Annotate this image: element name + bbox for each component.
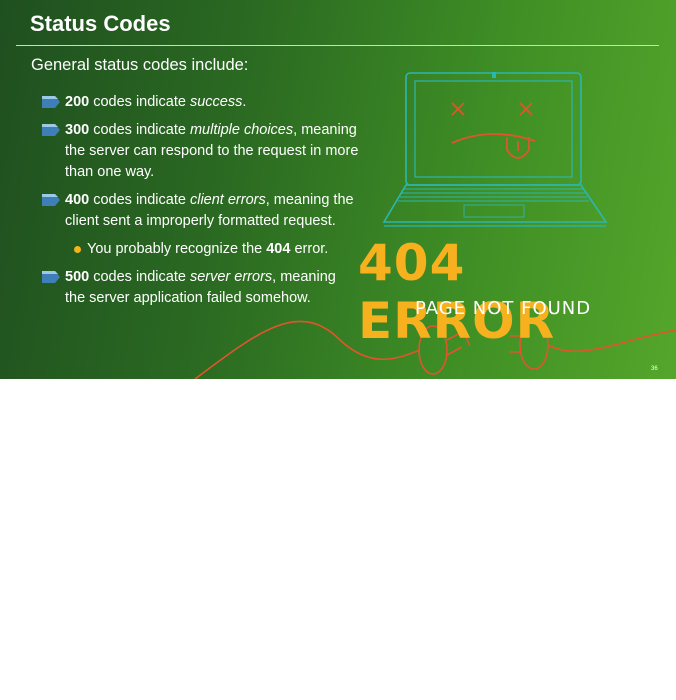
laptop-screen-icon xyxy=(405,72,582,186)
arrow-bullet-icon xyxy=(42,271,60,283)
bullet-300: 300 codes indicate multiple choices, mea… xyxy=(40,120,360,183)
error-code-text: 404 ERROR xyxy=(358,234,556,350)
arrow-bullet-icon xyxy=(42,96,60,108)
status-code: 300 xyxy=(65,122,90,138)
arrow-bullet-icon xyxy=(42,194,60,206)
bullet-text: . xyxy=(242,94,247,110)
status-code: 404 xyxy=(266,241,291,257)
bullet-text: You probably recognize the xyxy=(87,241,267,257)
bullet-emphasis: client errors xyxy=(189,192,266,208)
bullet-500: 500 codes indicate server errors, meanin… xyxy=(40,267,360,309)
sad-face-icon xyxy=(451,102,536,159)
bullet-emphasis: server errors xyxy=(189,269,273,285)
status-code: 500 xyxy=(65,269,90,285)
slide: Status Codes General status codes includ… xyxy=(0,0,676,379)
bullet-200: 200 codes indicate success. xyxy=(40,92,360,113)
bullet-text: codes indicate xyxy=(89,94,190,110)
page-not-found-text: PAGE NOT FOUND xyxy=(415,298,592,319)
bullet-text: error. xyxy=(290,241,329,257)
laptop-base-icon xyxy=(382,184,608,223)
bullet-text: codes indicate xyxy=(89,122,190,138)
bullet-emphasis: multiple choices xyxy=(189,122,294,138)
bullet-text: codes indicate xyxy=(89,192,190,208)
status-code: 200 xyxy=(65,94,90,110)
status-code: 400 xyxy=(65,192,90,208)
page-number: 36 xyxy=(651,366,658,372)
bullet-text: codes indicate xyxy=(89,269,190,285)
sub-bullet-404: You probably recognize the 404 error. xyxy=(40,239,360,260)
bullet-emphasis: success xyxy=(189,94,243,110)
dot-bullet-icon xyxy=(74,246,81,253)
bullet-400: 400 codes indicate client errors, meanin… xyxy=(40,190,360,232)
arrow-bullet-icon xyxy=(42,124,60,136)
bullet-list: 200 codes indicate success. 300 codes in… xyxy=(40,92,360,316)
